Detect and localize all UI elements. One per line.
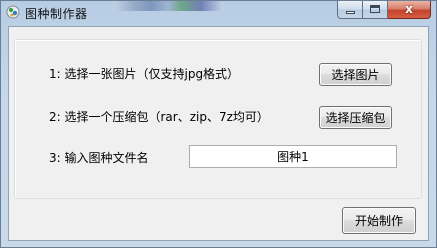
close-button[interactable]: x <box>388 1 431 19</box>
step1-label: 1: 选择一张图片（仅支持jpg格式） <box>49 67 240 81</box>
app-icon <box>6 5 20 19</box>
step2-label: 2: 选择一个压缩包（rar、zip、7z均可） <box>49 110 269 124</box>
main-window: 图种制作器 x 1: 选择一张图片（仅支持jpg格式） 选择图片 2: 选择一个… <box>0 0 437 248</box>
maximize-button[interactable] <box>363 1 388 19</box>
caption-buttons: x <box>337 1 431 20</box>
start-button[interactable]: 开始制作 <box>342 207 416 234</box>
title-bar-background-art <box>113 1 223 11</box>
minimize-button[interactable] <box>337 1 363 19</box>
select-archive-button[interactable]: 选择压缩包 <box>319 106 392 129</box>
client-area: 1: 选择一张图片（仅支持jpg格式） 选择图片 2: 选择一个压缩包（rar、… <box>8 26 429 241</box>
filename-input[interactable] <box>189 145 397 168</box>
step3-label: 3: 输入图种文件名 <box>49 151 149 165</box>
close-icon: x <box>405 2 413 16</box>
select-image-button[interactable]: 选择图片 <box>319 63 392 86</box>
title-bar[interactable]: 图种制作器 x <box>1 1 436 25</box>
window-title: 图种制作器 <box>25 7 88 21</box>
